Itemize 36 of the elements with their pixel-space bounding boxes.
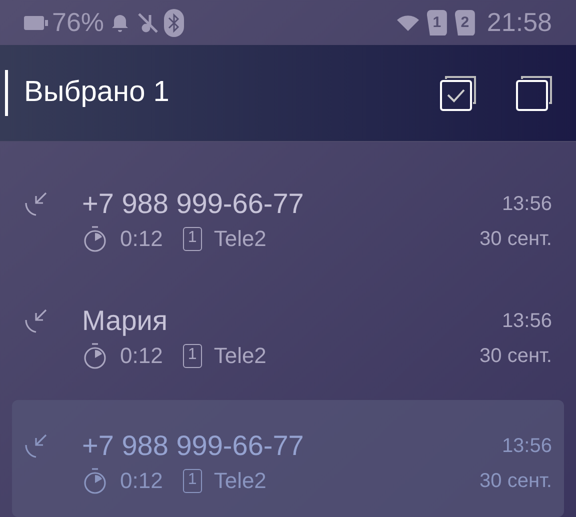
battery-icon xyxy=(24,14,48,30)
battery-level: 76% xyxy=(52,6,104,39)
call-log-item[interactable]: +7 988 999-66-77 13:56 0:12 1 Tele2 30 сент. xyxy=(12,166,564,283)
selection-title: Выбрано 1 xyxy=(24,75,170,110)
call-log-item[interactable]: Мария 13:56 0:12 1 Tele2 30 сент. xyxy=(12,283,564,400)
wifi-icon xyxy=(396,14,419,30)
call-duration: 0:12 xyxy=(120,225,163,253)
call-date: 30 сент. xyxy=(480,344,552,368)
sim-card-icon: 2 xyxy=(454,10,475,36)
sim-icon: 1 xyxy=(182,226,202,250)
bluetooth-icon xyxy=(164,8,184,36)
call-log-item[interactable]: +7 988 999-66-77 13:56 0:12 1 Tele2 30 сент. xyxy=(12,400,564,517)
accent-bar xyxy=(5,70,8,116)
sim-card-icon: 1 xyxy=(426,10,447,36)
carrier-name: Tele2 xyxy=(214,225,266,253)
call-duration: 0:12 xyxy=(120,467,163,495)
clock: 21:58 xyxy=(486,6,552,39)
call-time: 13:56 xyxy=(502,192,552,217)
call-time: 13:56 xyxy=(502,309,552,334)
call-duration: 0:12 xyxy=(120,342,163,370)
sim-icon: 1 xyxy=(182,344,202,368)
muted-music-icon xyxy=(136,10,160,34)
contact-name: +7 988 999-66-77 xyxy=(82,187,304,221)
deselect-all-icon xyxy=(516,75,554,111)
carrier-name: Tele2 xyxy=(214,467,266,495)
call-date: 30 сент. xyxy=(480,226,552,252)
timer-icon xyxy=(82,466,108,494)
contact-name: +7 988 999-66-77 xyxy=(82,429,304,463)
call-time: 13:56 xyxy=(502,434,552,459)
timer-icon xyxy=(82,224,108,252)
call-date: 30 сент. xyxy=(480,468,552,494)
contact-name: Мария xyxy=(82,304,168,338)
carrier-name: Tele2 xyxy=(214,342,266,370)
select-all-icon xyxy=(440,75,478,111)
sim-icon: 1 xyxy=(182,468,202,492)
timer-icon xyxy=(82,342,108,370)
